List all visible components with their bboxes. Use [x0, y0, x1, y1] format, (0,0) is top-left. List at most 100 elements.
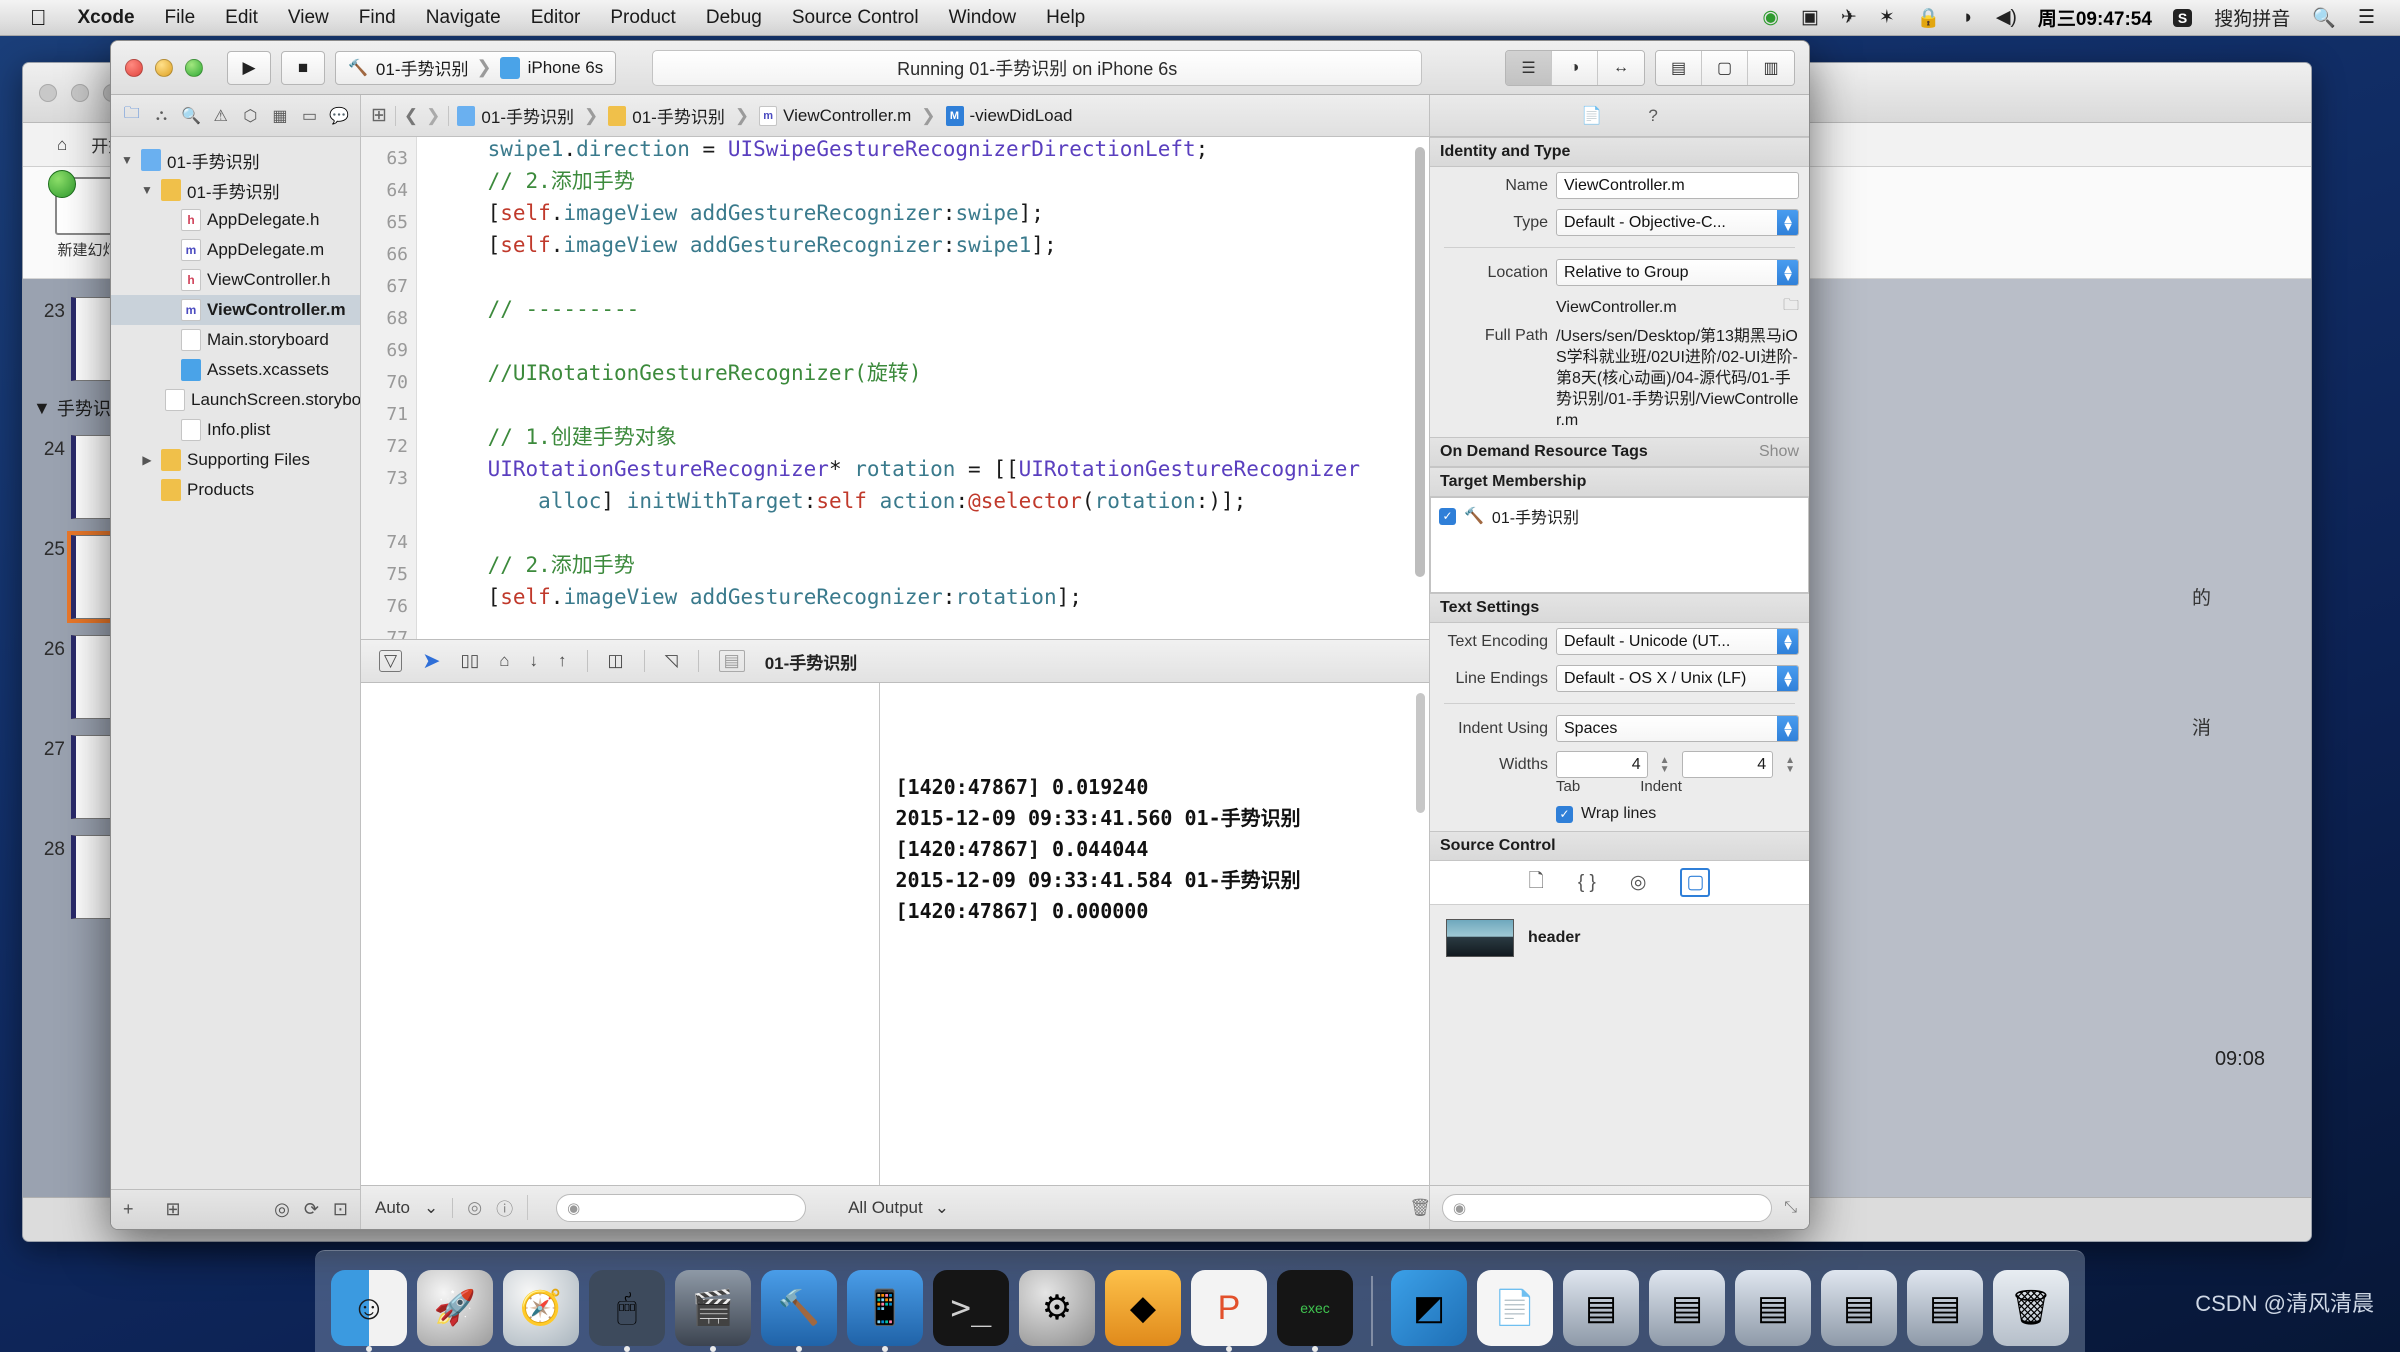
safari-icon[interactable]: 🧭 — [503, 1270, 579, 1346]
editor-mode-segments[interactable]: ☰ ◑ ↔ — [1505, 49, 1645, 86]
input-method-label[interactable]: 搜狗拼音 — [2203, 0, 2301, 36]
breadcrumb-item-group[interactable]: 01-手势识别 — [608, 103, 725, 128]
tab-width-input[interactable]: 4 — [1556, 751, 1648, 778]
tree-item-main.storyboard[interactable]: Main.storyboard — [111, 325, 360, 355]
related-items-icon[interactable]: ⊞ — [371, 104, 387, 127]
tree-item-01[interactable]: ▼ 01-手势识别 — [111, 175, 360, 205]
issue-navigator-icon[interactable]: ⚠ — [208, 102, 234, 130]
name-field-row[interactable]: Name ViewController.m — [1430, 167, 1809, 204]
terminal-icon[interactable]: >_ — [933, 1270, 1009, 1346]
navigator-selector-bar[interactable]: 🗀 ⛬ 🔍 ⚠ ⬡ ▦ ▭ 💬 — [111, 95, 360, 137]
screen-record-icon[interactable]: ▣ — [1790, 0, 1830, 36]
wrap-lines-checkbox[interactable]: ✓ — [1556, 805, 1573, 823]
project-file-tree[interactable]: ▼ 01-手势识别 ▼ 01-手势识别 h AppDelegate.h m AppDelega… — [111, 137, 360, 1189]
chevron-down-icon[interactable]: ⌄ — [424, 1198, 438, 1218]
menu-xcode[interactable]: Xcode — [63, 0, 150, 36]
indent-using-row[interactable]: Indent Using Spaces ▲ ▼ — [1430, 710, 1809, 747]
variables-controls[interactable]: Auto ⌄ ◎ ⓘ — [361, 1195, 529, 1220]
resize-handle-icon[interactable]: ⤡ — [1784, 1199, 1797, 1217]
wifi-icon[interactable]: ◗ — [1951, 0, 1984, 36]
code-line[interactable] — [437, 613, 1409, 639]
exec-app-icon[interactable]: exec — [1277, 1270, 1353, 1346]
menu-editor[interactable]: Editor — [516, 0, 596, 36]
notification-center-icon[interactable]: ☰ — [2347, 0, 2386, 36]
menu-find[interactable]: Find — [344, 0, 411, 36]
folder-icon[interactable]: 🗀 — [1783, 294, 1799, 321]
chevron-down-icon[interactable]: ⌄ — [935, 1198, 949, 1218]
location-field-row[interactable]: Location Relative to Group ▲ ▼ — [1430, 254, 1809, 291]
find-navigator-icon[interactable]: 🔍 — [178, 102, 204, 130]
code-line[interactable]: // 2.添加手势 — [437, 165, 1409, 197]
code-line[interactable]: // 1.创建手势对象 — [437, 421, 1409, 453]
menu-bar-clock[interactable]: 周三09:47:54 — [2028, 4, 2162, 31]
trash-icon[interactable]: 🗑 — [1993, 1270, 2069, 1346]
source-control-filter-icon[interactable]: ⟳ — [304, 1199, 319, 1220]
airplay-icon[interactable]: ✈ — [1830, 0, 1868, 36]
xcode-simulator-icon[interactable]: 📱 — [847, 1270, 923, 1346]
breadcrumb-item-project[interactable]: 01-手势识别 — [457, 103, 574, 128]
breadcrumb-item-symbol[interactable]: M -viewDidLoad — [945, 105, 1073, 126]
zoom-button[interactable] — [185, 58, 203, 77]
source-editor[interactable]: 6364656667686970717273747576777879808182… — [361, 137, 1429, 639]
disclosure-closed-icon[interactable]: ▶ — [139, 453, 155, 467]
run-button[interactable]: ▶ — [227, 50, 271, 85]
encoding-select[interactable]: Default - Unicode (UT... ▲ ▼ — [1556, 628, 1799, 655]
tree-item-products[interactable]: Products — [111, 475, 360, 505]
navigator-pane[interactable]: 🗀 ⛬ 🔍 ⚠ ⬡ ▦ ▭ 💬 ▼ 01-手势识别 ▼ 01-手势识别 h AppDele… — [111, 95, 361, 1229]
output-scope-label[interactable]: All Output — [848, 1198, 923, 1218]
hide-debug-area-icon[interactable]: ▢ — [1702, 50, 1748, 85]
list-item[interactable]: header — [1430, 905, 1809, 971]
tree-item-assets.xcassets[interactable]: Assets.xcassets — [111, 355, 360, 385]
play-status-icon[interactable]: ◉ — [1751, 0, 1790, 36]
menu-window[interactable]: Window — [934, 0, 1032, 36]
assistant-editor-icon[interactable]: ◑ — [1552, 50, 1598, 85]
dock[interactable]: ☺ 🚀 🧭 🖱 🎬 🔨 📱 >_ ⚙ ◆ Pexec ◩ 📄 ▤ ▤ ▤ ▤ ▤ 🗑 — [315, 1250, 2085, 1352]
volume-icon[interactable]: ◀) — [1985, 0, 2028, 36]
hide-debug-area-icon[interactable]: ▽ — [379, 650, 403, 672]
filter-field-icon[interactable]: ⊡ — [333, 1199, 348, 1220]
code-line[interactable]: [self.imageView addGestureRecognizer:swi… — [437, 197, 1409, 229]
code-line[interactable]: UIRotationGestureRecognizer* rotation = … — [437, 453, 1409, 485]
quick-help-icon[interactable]: ? — [1648, 106, 1657, 126]
code-snippet-library-icon[interactable]: { } — [1578, 872, 1596, 894]
sogou-input-icon[interactable]: S — [2162, 0, 2203, 36]
target-checkbox[interactable]: ✓ — [1439, 507, 1456, 525]
tab-width-stepper[interactable]: ▲ ▼ — [1656, 751, 1674, 778]
menu-source-control[interactable]: Source Control — [777, 0, 934, 36]
name-input[interactable]: ViewController.m — [1556, 172, 1799, 199]
type-select[interactable]: Default - Objective-C... ▲ ▼ — [1556, 209, 1799, 236]
menu-product[interactable]: Product — [595, 0, 690, 36]
inspector-selector-bar[interactable]: 📄 ? — [1430, 95, 1809, 137]
paste-icon[interactable]: P — [1191, 1270, 1267, 1346]
hide-navigator-icon[interactable]: ▤ — [1656, 50, 1702, 85]
chevron-updown-icon[interactable]: ▲ ▼ — [1777, 716, 1798, 741]
report-navigator-icon[interactable]: 💬 — [326, 102, 352, 130]
view-toggle-segments[interactable]: ▤ ▢ ▥ — [1655, 49, 1795, 86]
home-icon[interactable]: ⌂ — [57, 135, 67, 155]
breakpoint-navigator-icon[interactable]: ▭ — [297, 102, 323, 130]
menu-debug[interactable]: Debug — [691, 0, 777, 36]
step-into-icon[interactable]: ↓ — [530, 651, 539, 671]
scheme-selector[interactable]: 🔨 01-手势识别 ❯ iPhone 6s — [335, 50, 617, 85]
tree-item-launchscreen.storyboard[interactable]: LaunchScreen.storyboard — [111, 385, 360, 415]
filter-icon[interactable]: ⊞ — [166, 1199, 181, 1220]
ppt-window-4-icon[interactable]: ▤ — [1821, 1270, 1897, 1346]
chevron-updown-icon[interactable]: ▲ ▼ — [1777, 666, 1798, 691]
finder-icon[interactable]: ☺ — [331, 1270, 407, 1346]
code-content[interactable]: swipe1.direction = UISwipeGestureRecogni… — [417, 137, 1409, 639]
close-button[interactable] — [125, 58, 143, 77]
menu-bar-status-items[interactable]: ◉ ▣ ✈ ✶ 🔒 ◗ ◀) 周三09:47:54 S 搜狗拼音 🔍 ☰ — [1751, 0, 2400, 36]
tree-item-viewcontroller.h[interactable]: h ViewController.h — [111, 265, 360, 295]
jump-bar[interactable]: ⊞ ❮ ❯ 01-手势识别 ❯ 01-手势识别 ❯ m ViewControll… — [361, 95, 1429, 137]
chevron-down-icon[interactable]: ▼ — [33, 398, 51, 419]
system-preferences-icon[interactable]: ⚙ — [1019, 1270, 1095, 1346]
ppt-window-5-icon[interactable]: ▤ — [1907, 1270, 1983, 1346]
navigator-footer[interactable]: + ⊞ ◎ ⟳ ⊡ — [111, 1189, 360, 1229]
ppt-window-2-icon[interactable]: ▤ — [1649, 1270, 1725, 1346]
console-scrollbar[interactable] — [1416, 693, 1425, 813]
list-item[interactable]: ✓ 🔨 01-手势识别 — [1439, 504, 1800, 528]
tree-item-appdelegate.m[interactable]: m AppDelegate.m — [111, 235, 360, 265]
location-select[interactable]: Relative to Group ▲ ▼ — [1556, 259, 1799, 286]
chevron-updown-icon[interactable]: ▲ ▼ — [1777, 260, 1798, 285]
trash-icon[interactable]: 🗑 — [1409, 1198, 1431, 1218]
